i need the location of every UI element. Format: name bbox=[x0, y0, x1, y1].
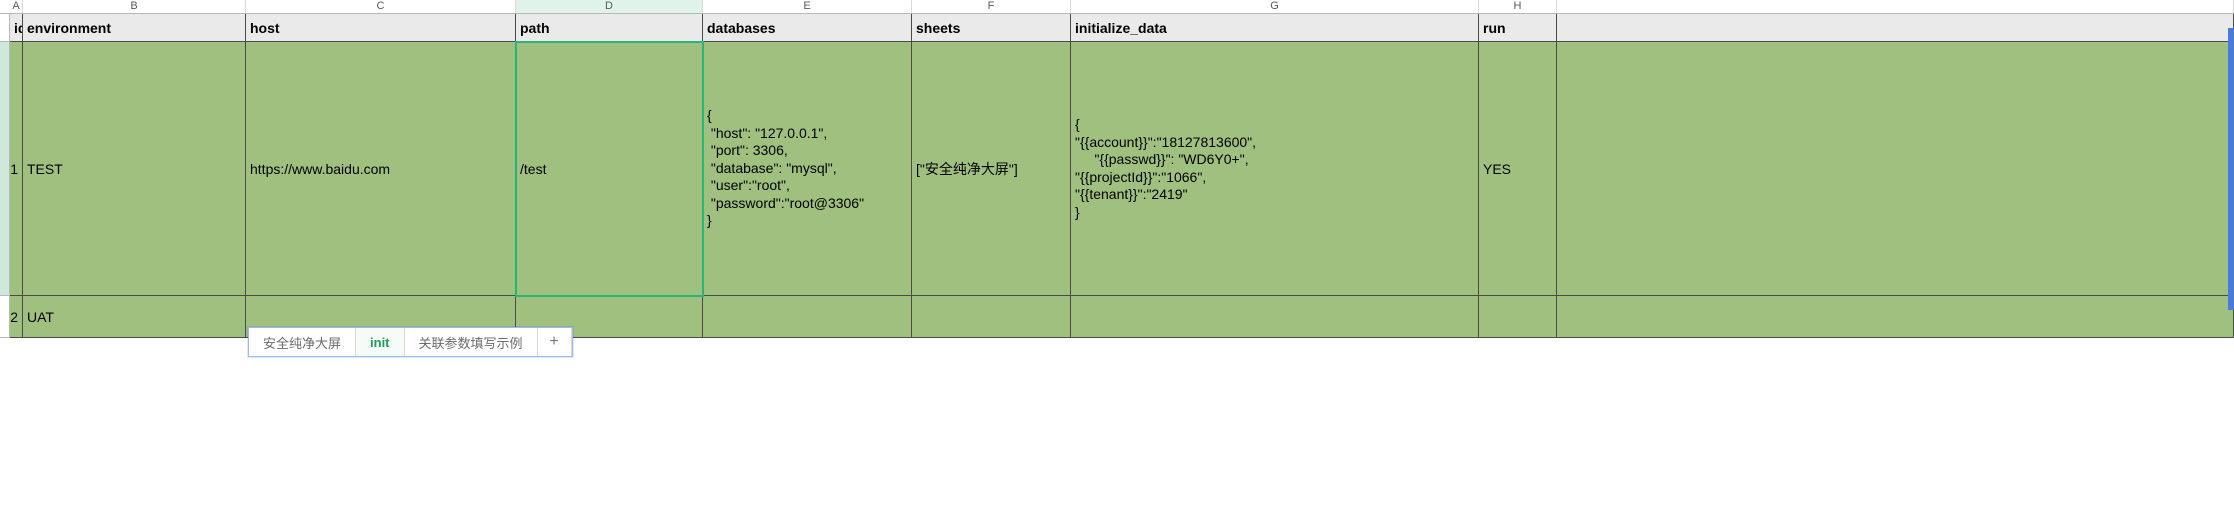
cell-id-2[interactable]: 2 bbox=[10, 296, 23, 338]
tab-sheet-example[interactable]: 关联参数填写示例 bbox=[405, 328, 538, 356]
init-data-json: { "{{account}}":"18127813600", "{{passwd… bbox=[1075, 116, 1256, 221]
databases-json: { "host": "127.0.0.1", "port": 3306, "da… bbox=[707, 107, 864, 230]
col-letter-tail bbox=[1557, 0, 2234, 13]
header-databases[interactable]: databases bbox=[703, 14, 912, 42]
tab-sheet-init[interactable]: init bbox=[356, 328, 405, 356]
cell-tail-1 bbox=[1557, 42, 2234, 296]
cell-sheets-1[interactable]: ["安全纯净大屏"] bbox=[912, 42, 1071, 296]
spreadsheet: A B C D E F G H id environment host path… bbox=[0, 0, 2234, 517]
cell-databases-2[interactable] bbox=[703, 296, 912, 338]
cell-initialize-data-2[interactable] bbox=[1071, 296, 1479, 338]
tab-sheet-1[interactable]: 安全纯净大屏 bbox=[249, 328, 356, 356]
col-letter-G[interactable]: G bbox=[1071, 0, 1479, 13]
cell-host-1[interactable]: https://www.baidu.com bbox=[246, 42, 516, 296]
corner bbox=[0, 0, 10, 13]
header-sheets[interactable]: sheets bbox=[912, 14, 1071, 42]
col-letter-E[interactable]: E bbox=[703, 0, 912, 13]
header-row: id environment host path databases sheet… bbox=[0, 14, 2234, 42]
table-row: 1 TEST https://www.baidu.com /test { "ho… bbox=[0, 42, 2234, 296]
worksheet-tabs: 安全纯净大屏 init 关联参数填写示例 + bbox=[248, 327, 573, 357]
col-letter-C[interactable]: C bbox=[246, 0, 516, 13]
cell-run-1[interactable]: YES bbox=[1479, 42, 1557, 296]
cell-environment-2[interactable]: UAT bbox=[23, 296, 246, 338]
col-letter-D[interactable]: D bbox=[516, 0, 703, 13]
cell-initialize-data-1[interactable]: { "{{account}}":"18127813600", "{{passwd… bbox=[1071, 42, 1479, 296]
cell-sheets-2[interactable] bbox=[912, 296, 1071, 338]
header-path[interactable]: path bbox=[516, 14, 703, 42]
cell-environment-1[interactable]: TEST bbox=[23, 42, 246, 296]
grid: id environment host path databases sheet… bbox=[0, 14, 2234, 338]
col-letter-B[interactable]: B bbox=[23, 0, 246, 13]
cell-tail-2 bbox=[1557, 296, 2234, 338]
row-number-1[interactable] bbox=[0, 42, 10, 296]
cell-path-1[interactable]: /test bbox=[516, 42, 703, 296]
column-letter-bar: A B C D E F G H bbox=[0, 0, 2234, 14]
header-initialize-data[interactable]: initialize_data bbox=[1071, 14, 1479, 42]
header-environment[interactable]: environment bbox=[23, 14, 246, 42]
col-letter-F[interactable]: F bbox=[912, 0, 1071, 13]
header-run[interactable]: run bbox=[1479, 14, 1557, 42]
header-tail bbox=[1557, 14, 2234, 42]
scroll-indicator[interactable] bbox=[2228, 28, 2234, 310]
cell-databases-1[interactable]: { "host": "127.0.0.1", "port": 3306, "da… bbox=[703, 42, 912, 296]
header-id[interactable]: id bbox=[10, 14, 23, 42]
cell-id-1[interactable]: 1 bbox=[10, 42, 23, 296]
tab-add-sheet[interactable]: + bbox=[538, 328, 572, 356]
col-letter-H[interactable]: H bbox=[1479, 0, 1557, 13]
row-number-2[interactable] bbox=[0, 296, 10, 338]
cell-run-2[interactable] bbox=[1479, 296, 1557, 338]
col-letter-A[interactable]: A bbox=[10, 0, 23, 13]
row-corner bbox=[0, 14, 10, 42]
header-host[interactable]: host bbox=[246, 14, 516, 42]
